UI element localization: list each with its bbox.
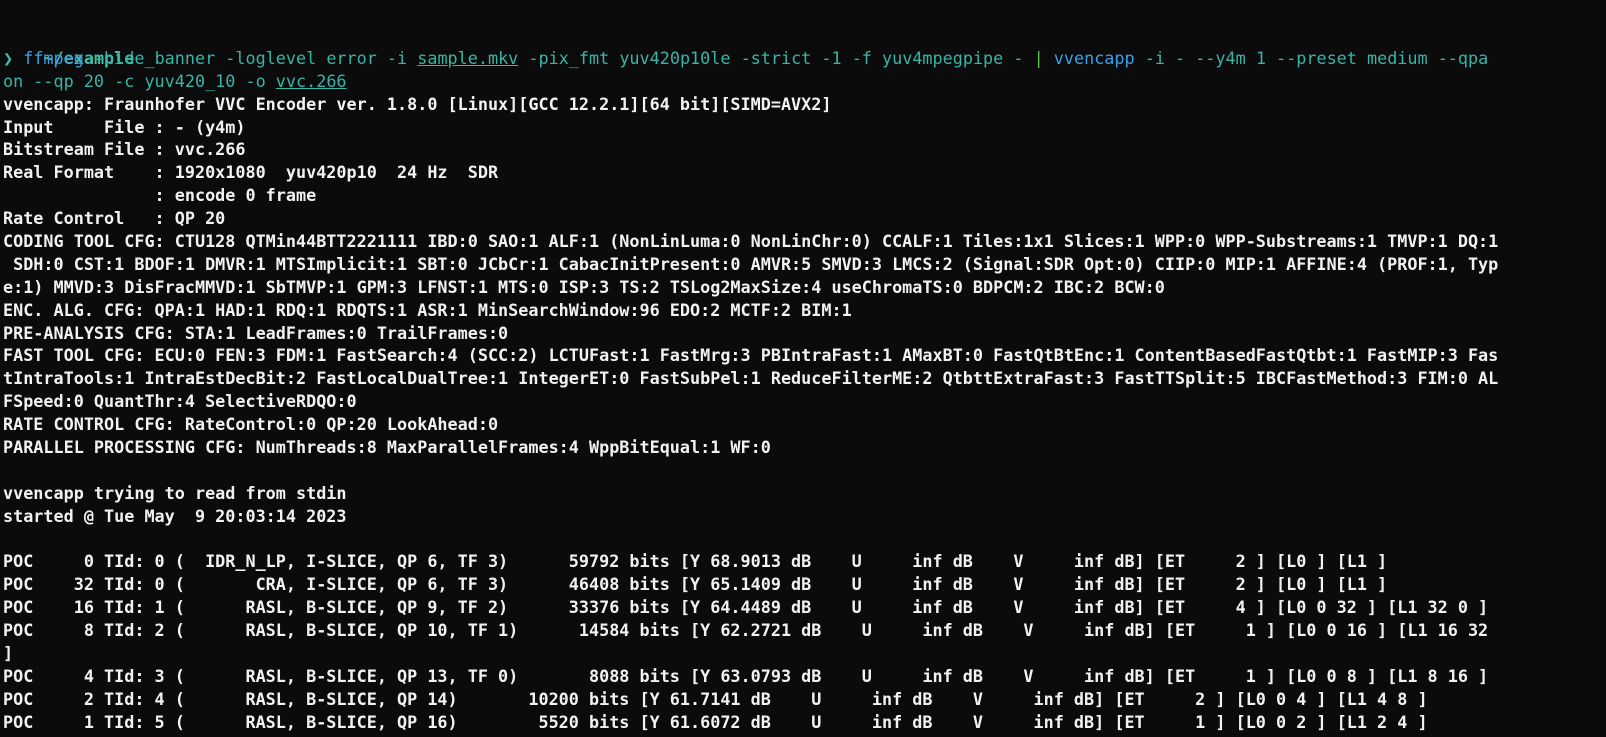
output-line: POC 8 TId: 2 ( RASL, B-SLICE, QP 10, TF … bbox=[3, 620, 1489, 641]
output-line: SDH:0 CST:1 BDOF:1 DMVR:1 MTSImplicit:1 … bbox=[3, 253, 1499, 274]
command-output: vvencapp: Fraunhofer VVC Encoder ver. 1.… bbox=[0, 93, 1606, 734]
output-line: FSpeed:0 QuantThr:4 SelectiveRDQO:0 bbox=[3, 391, 357, 412]
command-line-2[interactable]: on --qp 20 -c yuv420_10 -o vvc.266 bbox=[0, 70, 1606, 93]
output-line: CODING TOOL CFG: CTU128 QTMin44BTT222111… bbox=[3, 231, 1499, 252]
output-line: FAST TOOL CFG: ECU:0 FEN:3 FDM:1 FastSea… bbox=[3, 345, 1499, 366]
output-line: POC 2 TId: 4 ( RASL, B-SLICE, QP 14) 102… bbox=[3, 688, 1428, 709]
output-file-link[interactable]: vvc.266 bbox=[276, 71, 347, 91]
output-line: ENC. ALG. CFG: QPA:1 HAD:1 RDQ:1 RDQTS:1… bbox=[3, 299, 852, 320]
command-line-1[interactable]: ❯ ffmpeg -hide_banner -loglevel error -i… bbox=[0, 47, 1606, 70]
command-args: on --qp 20 -c yuv420_10 -o bbox=[3, 70, 276, 91]
output-line: tIntraTools:1 IntraEstDecBit:2 FastLocal… bbox=[3, 368, 1499, 389]
output-line: Real Format : 1920x1080 yuv420p10 24 Hz … bbox=[3, 162, 499, 183]
command-args: -pix_fmt yuv420p10le -strict -1 -f yuv4m… bbox=[518, 47, 1034, 68]
output-line: POC 16 TId: 1 ( RASL, B-SLICE, QP 9, TF … bbox=[3, 597, 1489, 618]
output-line: POC 1 TId: 5 ( RASL, B-SLICE, QP 16) 552… bbox=[3, 711, 1428, 732]
output-line: vvencapp: Fraunhofer VVC Encoder ver. 1.… bbox=[3, 93, 832, 114]
input-file-link[interactable]: sample.mkv bbox=[417, 48, 518, 68]
output-line: vvencapp trying to read from stdin bbox=[3, 482, 347, 503]
output-line: PARALLEL PROCESSING CFG: NumThreads:8 Ma… bbox=[3, 437, 771, 458]
pipe-symbol: | bbox=[1033, 47, 1044, 68]
terminal-window[interactable]: ~/example ❯ ffmpeg -hide_banner -logleve… bbox=[0, 0, 1606, 737]
output-line: RATE CONTROL CFG: RateControl:0 QP:20 Lo… bbox=[3, 414, 499, 435]
cwd-line: ~/example bbox=[0, 24, 1606, 68]
command-vvencapp: vvencapp bbox=[1043, 47, 1135, 68]
command-args: -hide_banner -loglevel error -i bbox=[83, 47, 418, 68]
output-line: POC 32 TId: 0 ( CRA, I-SLICE, QP 6, TF 3… bbox=[3, 574, 1388, 595]
prompt-arrow-icon: ❯ bbox=[3, 47, 14, 68]
output-line: : encode 0 frame bbox=[3, 185, 317, 206]
output-line: Rate Control : QP 20 bbox=[3, 208, 226, 229]
command-args: -i - --y4m 1 --preset medium --qpa bbox=[1134, 47, 1489, 68]
output-line: PRE-ANALYSIS CFG: STA:1 LeadFrames:0 Tra… bbox=[3, 322, 509, 343]
output-line: e:1) MMVD:3 DisFracMMVD:1 SbTMVP:1 GPM:3… bbox=[3, 276, 1165, 297]
output-line: ] bbox=[3, 643, 14, 664]
command-ffmpeg: ffmpeg bbox=[23, 47, 84, 68]
output-line: Bitstream File : vvc.266 bbox=[3, 139, 246, 160]
output-line: POC 4 TId: 3 ( RASL, B-SLICE, QP 13, TF … bbox=[3, 665, 1489, 686]
output-line: Input File : - (y4m) bbox=[3, 116, 246, 137]
output-line: POC 0 TId: 0 ( IDR_N_LP, I-SLICE, QP 6, … bbox=[3, 551, 1388, 572]
output-line: started @ Tue May 9 20:03:14 2023 bbox=[3, 505, 347, 526]
